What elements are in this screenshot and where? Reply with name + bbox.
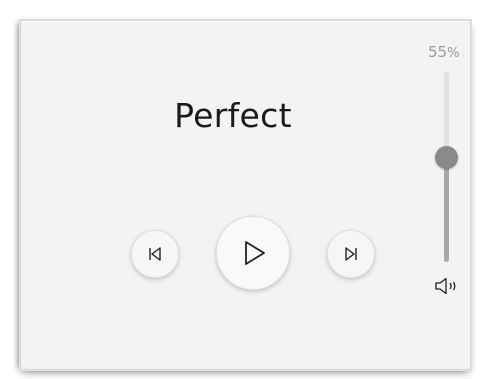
volume-value: 55	[428, 43, 448, 61]
volume-slider[interactable]	[435, 72, 458, 262]
speaker-button[interactable]	[434, 276, 460, 296]
volume-slider-thumb[interactable]	[435, 146, 458, 169]
skip-previous-icon	[149, 247, 161, 261]
track-title: Perfect	[174, 96, 292, 135]
app-window: Perfect 55%	[0, 0, 480, 379]
skip-next-icon	[345, 247, 357, 261]
next-button[interactable]	[327, 230, 375, 278]
play-icon	[245, 241, 265, 265]
volume-slider-fill	[444, 157, 449, 262]
volume-unit: %	[447, 46, 460, 61]
play-button[interactable]	[216, 216, 290, 290]
volume-percent: 55%	[428, 43, 459, 61]
speaker-icon	[435, 277, 456, 295]
player-card	[20, 20, 471, 370]
previous-button[interactable]	[131, 230, 179, 278]
